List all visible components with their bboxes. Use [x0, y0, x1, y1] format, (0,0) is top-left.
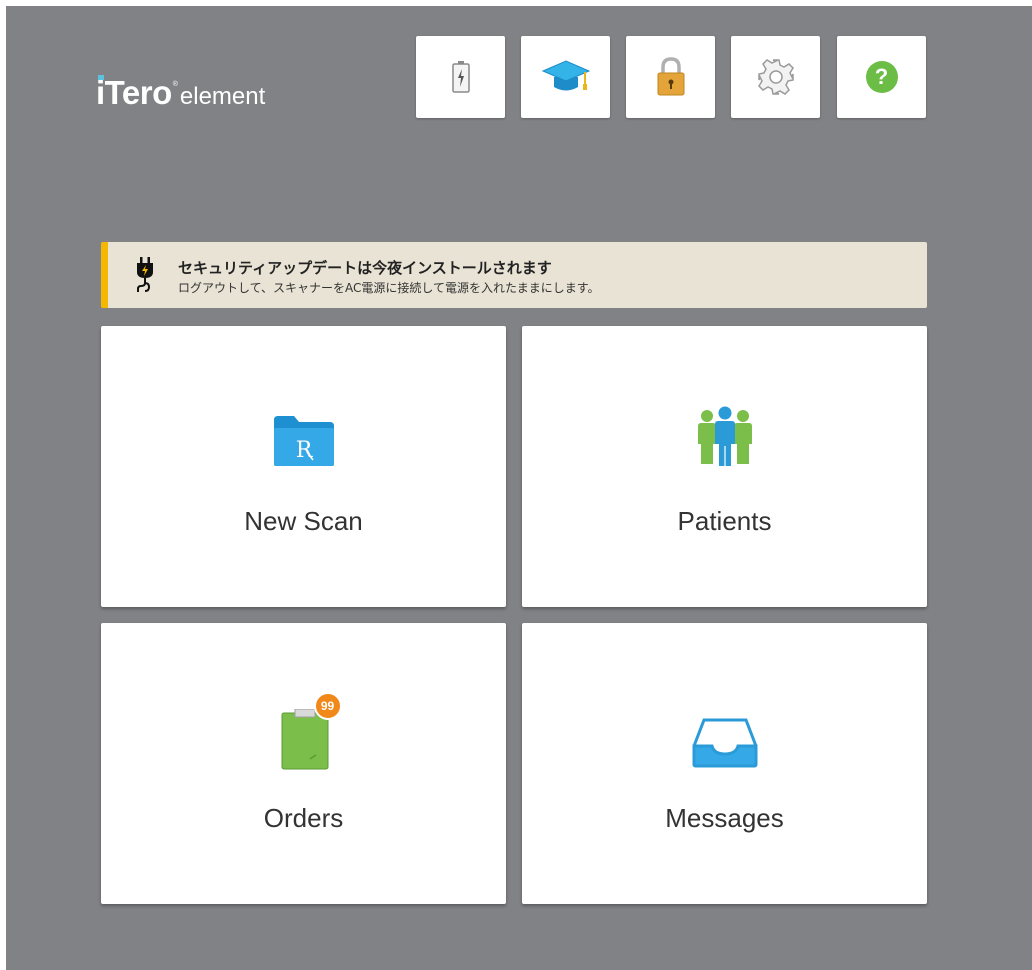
graduation-cap-icon: [541, 60, 590, 91]
orders-count-badge: 99: [313, 692, 342, 720]
itero-logo: iTero ® element: [96, 74, 265, 114]
help-button[interactable]: ?: [837, 36, 926, 118]
orders-icon-wrap: 99: [274, 692, 342, 775]
help-glyph: ?: [874, 64, 889, 89]
messages-tile[interactable]: Messages: [522, 623, 927, 904]
padlock-icon: [657, 57, 684, 96]
patients-tile[interactable]: Patients: [522, 326, 927, 607]
orders-label: Orders: [263, 803, 344, 833]
home-screen: iTero ® element ? セキュリティアップデートは今夜インストールさ…: [6, 6, 1032, 970]
rx-folder-glyph: R: [295, 438, 313, 463]
security-update-banner: セキュリティアップデートは今夜インストールされます ログアウトして、スキャナーを…: [101, 242, 927, 308]
learning-center-button[interactable]: [521, 36, 610, 118]
lock-button[interactable]: [626, 36, 715, 118]
battery-button[interactable]: [416, 36, 505, 118]
new-scan-label: New Scan: [244, 506, 363, 536]
patients-label: Patients: [677, 506, 772, 536]
power-plug-icon: [137, 257, 153, 292]
banner-title: セキュリティアップデートは今夜インストールされます: [178, 259, 552, 277]
orders-tile[interactable]: 99 Orders: [101, 623, 506, 904]
rx-folder-icon: R: [273, 416, 334, 466]
settings-button[interactable]: [731, 36, 820, 118]
logo-registered-mark: ®: [172, 81, 178, 88]
inbox-tray-icon: [692, 718, 757, 768]
messages-label: Messages: [665, 803, 784, 833]
logo-mark: iTero: [96, 74, 172, 111]
battery-charging-icon: [451, 61, 470, 93]
logo-suffix: element: [179, 83, 266, 110]
new-scan-tile[interactable]: R New Scan: [101, 326, 506, 607]
people-group-icon: [697, 406, 752, 466]
banner-message: ログアウトして、スキャナーをAC電源に接続して電源を入れたままにします。: [178, 281, 600, 295]
question-mark-icon: ?: [865, 61, 898, 93]
gear-icon: [757, 59, 794, 95]
